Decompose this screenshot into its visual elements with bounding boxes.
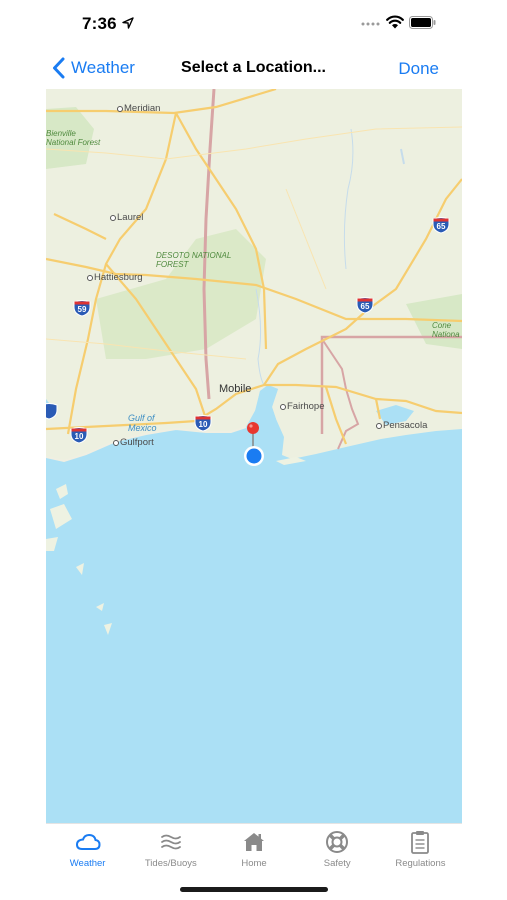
tab-label: Regulations — [395, 858, 446, 869]
place-label-bienville: Bienville National Forest — [46, 129, 101, 147]
interstate-shield-partial — [46, 402, 58, 420]
tab-tides-buoys[interactable]: Tides/Buoys — [129, 824, 212, 875]
place-label-fairhope: Fairhope — [280, 401, 325, 412]
tab-home[interactable]: Home — [212, 824, 295, 875]
place-label-conecuh: Cone Nationa — [432, 321, 460, 339]
location-arrow-icon — [122, 17, 134, 29]
place-label-hattiesburg: Hattiesburg — [87, 272, 143, 283]
home-indicator[interactable] — [180, 887, 328, 892]
tab-label: Safety — [323, 858, 351, 869]
signal-dots-icon — [361, 22, 380, 26]
cloud-icon — [75, 833, 101, 850]
battery-icon — [409, 16, 436, 29]
current-location-dot[interactable] — [243, 445, 265, 467]
interstate-shield-10-mobile: 10 — [194, 414, 212, 432]
tab-regulations[interactable]: Regulations — [379, 824, 462, 875]
interstate-shield-65-south: 65 — [356, 296, 374, 314]
tab-safety[interactable]: Safety — [296, 824, 379, 875]
place-label-gulfport: Gulfport — [113, 437, 154, 448]
place-label-gulf-of-mexico: Gulf of Mexico — [128, 413, 157, 433]
place-label-laurel: Laurel — [109, 212, 144, 223]
waves-icon — [160, 834, 181, 850]
tab-label: Home — [241, 858, 267, 869]
place-label-desoto: DESOTO NATIONAL FOREST — [156, 251, 232, 269]
tab-label: Weather — [69, 858, 106, 869]
wifi-icon — [386, 15, 404, 29]
life-ring-icon — [326, 831, 349, 853]
done-button[interactable]: Done — [398, 59, 439, 79]
tab-weather[interactable]: Weather — [46, 824, 129, 875]
house-icon — [244, 833, 264, 851]
interstate-shield-59: 59 — [73, 299, 91, 317]
interstate-shield-10-west: 10 — [70, 426, 88, 444]
place-label-meridian: Meridian — [116, 103, 161, 114]
place-label-pensacola: Pensacola — [375, 420, 428, 431]
status-bar: 7:36 — [0, 0, 507, 48]
status-time: 7:36 — [82, 14, 117, 33]
clipboard-icon — [411, 831, 430, 854]
nav-bar: Weather Select a Location... Done — [0, 48, 507, 88]
tab-label: Tides/Buoys — [144, 858, 197, 869]
interstate-shield-65-north: 65 — [432, 216, 450, 234]
place-label-mobile: Mobile — [219, 383, 252, 395]
map-view[interactable]: Meridian Bienville National Forest Laure… — [46, 89, 462, 823]
tab-bar: Weather Tides/Buoys Home Safety Regulati… — [46, 823, 462, 875]
